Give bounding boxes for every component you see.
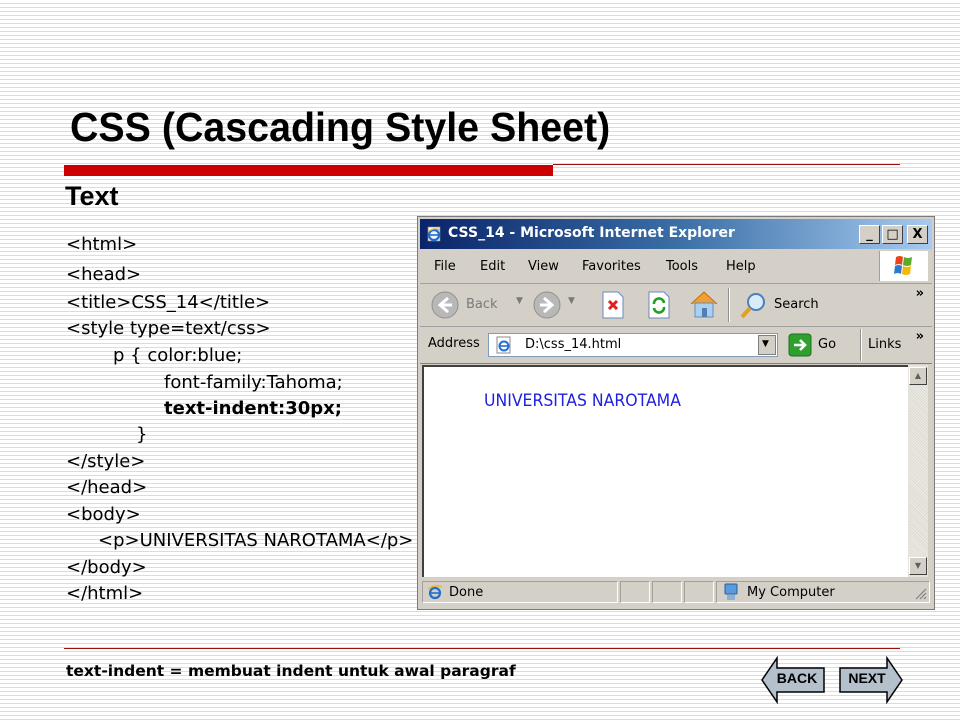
address-dropdown-button[interactable]: ▼ xyxy=(758,335,776,355)
next-nav-button[interactable]: NEXT xyxy=(838,656,904,704)
search-button[interactable]: Search xyxy=(738,290,828,320)
status-main-cell: Done xyxy=(422,581,618,603)
page-icon xyxy=(496,336,511,354)
address-input[interactable]: D:\css_14.html ▼ xyxy=(488,333,778,357)
toolbar-separator xyxy=(728,288,730,322)
slide-title: CSS (Cascading Style Sheet) xyxy=(70,104,611,150)
code-line: </style> xyxy=(66,451,146,472)
scroll-down-button[interactable]: ▼ xyxy=(909,557,927,575)
back-nav-button[interactable]: BACK xyxy=(760,656,826,704)
stop-icon[interactable] xyxy=(600,290,626,320)
menu-bar: File Edit View Favorites Tools Help xyxy=(420,250,932,284)
menu-favorites[interactable]: Favorites xyxy=(582,259,641,274)
my-computer-icon xyxy=(724,583,738,600)
ie-logo-icon xyxy=(427,226,441,242)
code-line: <p>UNIVERSITAS NAROTAMA</p> xyxy=(98,530,414,551)
status-cell xyxy=(684,581,714,603)
footnote: text-indent = membuat indent untuk awal … xyxy=(66,662,516,680)
code-line: <title>CSS_14</title> xyxy=(66,292,271,313)
back-dropdown-icon[interactable]: ▼ xyxy=(516,296,523,306)
go-label: Go xyxy=(818,337,837,352)
browser-window-title: CSS_14 - Microsoft Internet Explorer xyxy=(448,225,735,241)
minimize-button[interactable]: _ xyxy=(859,225,880,244)
resize-grip-icon[interactable] xyxy=(913,586,927,600)
title-divider-line xyxy=(553,164,900,165)
code-line: } xyxy=(136,424,148,445)
code-line: p { color:blue; xyxy=(113,345,243,366)
back-nav-label: BACK xyxy=(776,670,818,686)
page-viewport: UNIVERSITAS NAROTAMA xyxy=(422,365,912,577)
next-nav-label: NEXT xyxy=(848,670,886,686)
rendered-paragraph: UNIVERSITAS NAROTAMA xyxy=(484,391,681,410)
status-zone-cell: My Computer xyxy=(716,581,930,603)
slide-subtitle: Text xyxy=(65,181,119,211)
status-cell xyxy=(620,581,650,603)
ie-page-icon xyxy=(427,585,443,600)
security-zone-label: My Computer xyxy=(747,585,835,600)
forward-arrow-icon xyxy=(533,291,561,319)
code-line: text-indent:30px; xyxy=(164,398,342,419)
toolbar: Back ▼ ▼ Search » xyxy=(420,284,932,327)
code-line: </html> xyxy=(66,583,144,604)
code-line: <body> xyxy=(66,504,141,525)
title-accent-bar xyxy=(64,165,553,176)
search-label: Search xyxy=(774,297,819,312)
menu-edit[interactable]: Edit xyxy=(480,259,505,274)
menu-help[interactable]: Help xyxy=(726,259,756,274)
menu-tools[interactable]: Tools xyxy=(666,259,698,274)
forward-dropdown-icon[interactable]: ▼ xyxy=(568,296,575,306)
address-value: D:\css_14.html xyxy=(525,337,622,352)
go-button[interactable]: Go xyxy=(788,333,844,357)
close-button[interactable]: X xyxy=(907,225,928,244)
links-button[interactable]: Links xyxy=(868,337,901,352)
code-line: <head> xyxy=(66,264,142,285)
back-arrow-icon xyxy=(431,291,459,319)
go-arrow-icon xyxy=(788,333,812,357)
code-line: font-family:Tahoma; xyxy=(164,372,343,393)
back-button[interactable]: Back ▼ xyxy=(430,290,530,320)
code-line: </body> xyxy=(66,557,147,578)
vertical-scrollbar[interactable]: ▲ ▼ xyxy=(908,365,928,577)
code-line: <style type=text/css> xyxy=(66,318,271,339)
status-bar: Done My Computer xyxy=(420,579,932,607)
address-label: Address xyxy=(428,336,480,351)
footer-divider-line xyxy=(64,648,900,649)
search-icon xyxy=(740,293,765,319)
code-line: <html> xyxy=(66,234,138,255)
links-overflow-chevron-icon[interactable]: » xyxy=(916,329,924,344)
forward-button[interactable]: ▼ xyxy=(532,290,582,320)
scroll-up-button[interactable]: ▲ xyxy=(909,367,927,385)
maximize-button[interactable]: □ xyxy=(882,225,903,244)
back-label: Back xyxy=(466,297,498,312)
status-text: Done xyxy=(449,585,484,600)
home-icon[interactable] xyxy=(688,289,720,319)
code-line: </head> xyxy=(66,477,148,498)
browser-title-bar[interactable]: CSS_14 - Microsoft Internet Explorer _ □… xyxy=(420,219,932,249)
links-separator xyxy=(860,329,862,361)
toolbar-overflow-chevron-icon[interactable]: » xyxy=(916,286,924,301)
browser-window: CSS_14 - Microsoft Internet Explorer _ □… xyxy=(417,216,935,610)
refresh-icon[interactable] xyxy=(646,290,672,320)
menu-file[interactable]: File xyxy=(434,259,456,274)
windows-logo-icon xyxy=(879,251,928,281)
menu-view[interactable]: View xyxy=(528,259,559,274)
chevron-down-icon: ▼ xyxy=(762,339,769,349)
address-bar: Address D:\css_14.html ▼ Go Links » xyxy=(420,327,932,364)
status-cell xyxy=(652,581,682,603)
